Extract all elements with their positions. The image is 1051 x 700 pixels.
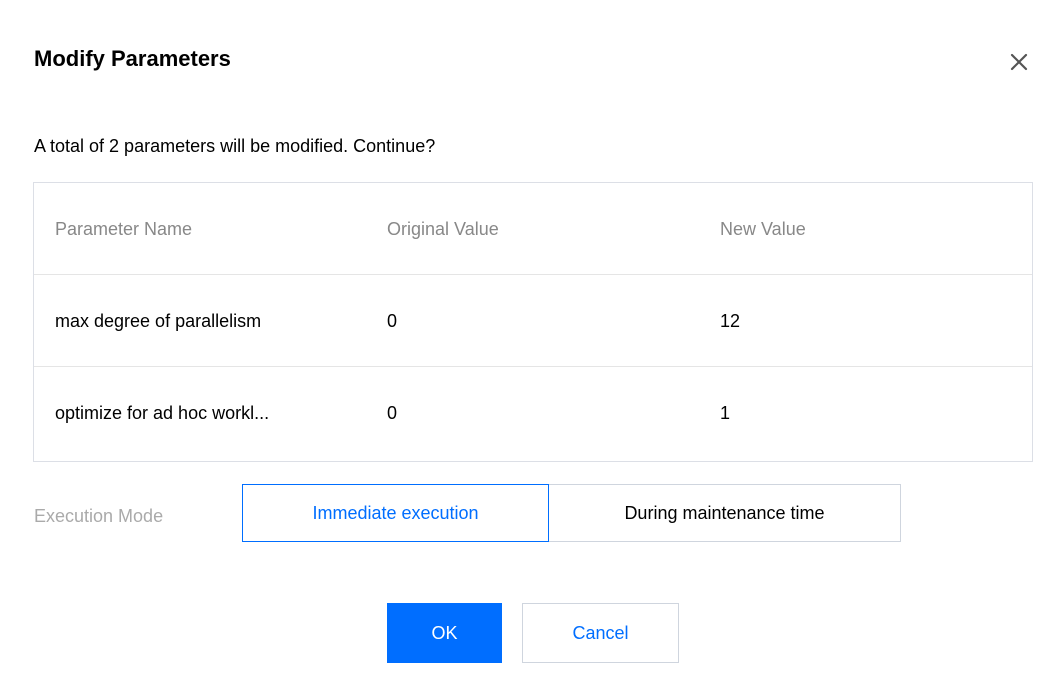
confirm-message: A total of 2 parameters will be modified… [34,136,436,156]
close-icon [1010,53,1028,71]
execution-mode-label: Execution Mode [34,506,164,526]
original-value-cell: 0 [387,311,398,331]
original-value-cell: 0 [387,403,398,423]
column-header-parameter-name: Parameter Name [55,219,193,239]
column-header-new-value: New Value [720,219,806,239]
table-row: max degree of parallelism 0 12 [34,275,1032,367]
new-value-cell: 12 [720,311,741,331]
table-header-row: Parameter Name Original Value New Value [34,183,1032,275]
maintenance-time-option[interactable]: During maintenance time [548,484,901,542]
column-header-original-value: Original Value [387,219,499,239]
ok-button[interactable]: OK [387,603,502,663]
cancel-button[interactable]: Cancel [522,603,679,663]
modify-parameters-dialog: Modify Parameters A total of 2 parameter… [0,0,1051,700]
table-row: optimize for ad hoc workl... 0 1 [34,367,1032,459]
dialog-title: Modify Parameters [34,46,231,71]
parameter-name-cell: max degree of parallelism [55,311,262,331]
immediate-execution-option[interactable]: Immediate execution [242,484,549,542]
parameters-table: Parameter Name Original Value New Value … [33,182,1033,462]
close-button[interactable] [1003,46,1035,78]
parameter-name-cell: optimize for ad hoc workl... [55,403,270,423]
new-value-cell: 1 [720,403,731,423]
